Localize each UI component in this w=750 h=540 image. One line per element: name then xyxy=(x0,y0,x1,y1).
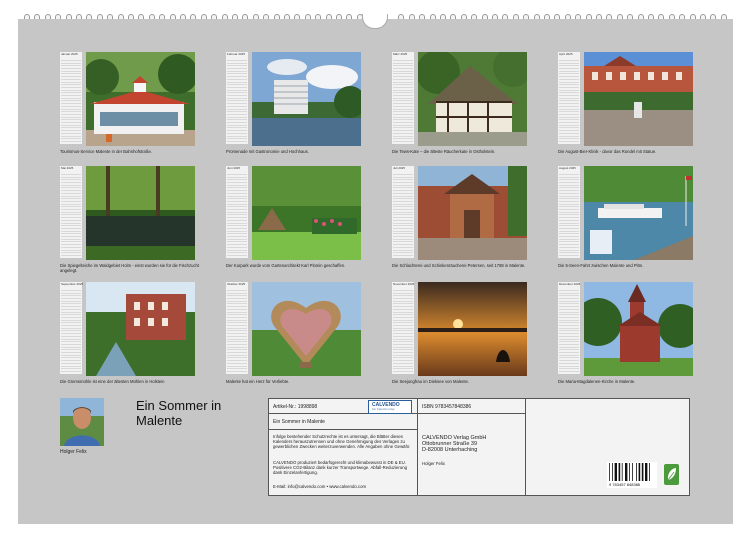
photo-caption: Die 5-Seen-Fahrt zwischen Malente und Pl… xyxy=(558,263,644,268)
photo-caption: Die Schlachterei und Schinkenräucherei P… xyxy=(392,263,526,268)
mini-calendar: August 2025 xyxy=(558,166,580,258)
photo-promenade xyxy=(252,52,361,146)
barcode-bar xyxy=(618,463,621,481)
mini-calendar: November 2025 xyxy=(392,282,414,374)
mini-calendar: Oktober 2025 xyxy=(226,282,248,374)
photo-schlachterei-petersen xyxy=(418,166,527,260)
barcode-bar xyxy=(645,463,648,481)
author-name: Holger Felix xyxy=(60,449,87,455)
barcode-bar xyxy=(621,463,623,481)
production-notice: CALVENDO produziert bedarfsgerecht und k… xyxy=(273,460,407,475)
mini-calendar: April 2025 xyxy=(558,52,580,144)
month-label: Februar 2025 xyxy=(227,52,246,56)
photographer-credit: Holger Felix xyxy=(422,461,445,466)
photo-tews-kate xyxy=(418,52,527,146)
calendar-title-line-1: Ein Sommer in xyxy=(136,398,222,413)
photo-gremsmuehle xyxy=(86,282,195,376)
article-number: Artikel-Nr.: 1998898 xyxy=(273,404,318,410)
barcode-bar xyxy=(636,463,637,481)
isbn: ISBN 9783457848386 xyxy=(422,404,472,410)
month-label: November 2025 xyxy=(393,282,415,286)
mini-calendar: Mai 2025 xyxy=(60,166,82,258)
publisher-city: D-82008 Unterhaching xyxy=(422,447,478,453)
barcode-bar xyxy=(641,463,644,481)
eco-leaf-icon xyxy=(664,464,679,485)
mini-calendar: Juni 2025 xyxy=(226,166,248,258)
photo-maria-magdalenen-kirche xyxy=(584,282,693,376)
photo-caption: Promenade mit Gastronomie und Hochhaus. xyxy=(226,149,309,154)
photo-caption: Die Maria-Magdalenen-Kirche in Malente. xyxy=(558,379,636,384)
mini-calendar: Januar 2025 xyxy=(60,52,82,144)
photo-caption: Die August-Bier-Klinik - davor das Ronde… xyxy=(558,149,657,154)
month-label: Juli 2025 xyxy=(393,166,406,170)
month-label: Januar 2025 xyxy=(61,52,78,56)
photo-kurpark xyxy=(252,166,361,260)
barcode-number: 9 783457 848386 xyxy=(609,482,641,487)
mini-calendar: März 2025 xyxy=(392,52,414,144)
month-label: Juni 2025 xyxy=(227,166,241,170)
photo-august-bier-klinik xyxy=(584,52,693,146)
month-label: August 2025 xyxy=(559,166,576,170)
barcode-bar xyxy=(612,463,613,481)
photo-caption: Die Seejungfrau im Dieksee von Malente. xyxy=(392,379,470,384)
month-label: April 2025 xyxy=(559,52,573,56)
month-label: September 2025 xyxy=(61,282,84,286)
barcode-bar xyxy=(629,463,630,481)
photo-heart-sculpture xyxy=(252,282,361,376)
barcode-bar xyxy=(609,463,610,481)
book-title: Ein Sommer in Malente xyxy=(273,419,325,425)
photo-caption: Malente hat ein Herz für Verliebte. xyxy=(226,379,290,384)
month-label: Dezember 2025 xyxy=(559,282,581,286)
logo-subtitle: Der Kalenderverlag xyxy=(372,408,395,411)
mini-calendar: Juli 2025 xyxy=(392,166,414,258)
mini-calendar: September 2025 xyxy=(60,282,84,374)
calendar-title: Ein Sommer in Malente xyxy=(136,398,221,428)
calendar-title-line-2: Malente xyxy=(136,413,183,428)
barcode-bar xyxy=(625,463,628,481)
photo-caption: Der Kurpark wurde vom Gartenarchitekt Ka… xyxy=(226,263,346,268)
photo-5-seen-fahrt xyxy=(584,166,693,260)
photo-caption: Die Spiegelteiche im Waldgebiet Holm - e… xyxy=(60,263,200,273)
rights-notice: Infolge bestehender Schutzrechte ist es … xyxy=(273,434,411,449)
photo-tourism-service xyxy=(86,52,195,146)
barcode: 9 783457 848386 xyxy=(607,462,657,488)
barcode-bar xyxy=(632,463,633,481)
photo-seejungfrau-sunset xyxy=(418,282,527,376)
month-label: Oktober 2025 xyxy=(227,282,246,286)
month-label: Mai 2025 xyxy=(61,166,74,170)
author-portrait xyxy=(60,398,104,446)
contact-email: E-Mail: info@calvendo.com • www.calvendo… xyxy=(273,484,367,489)
month-label: März 2025 xyxy=(393,52,408,56)
photo-caption: Tourismus-Service Malente in der Bahnhof… xyxy=(60,149,152,154)
photo-caption: Die Gremsmühle ist eine der ältesten Müh… xyxy=(60,379,165,384)
barcode-bar xyxy=(649,463,650,481)
mini-calendar: Februar 2025 xyxy=(226,52,248,144)
barcode-bar xyxy=(614,463,617,481)
calvendo-logo: CALVENDO Der Kalenderverlag xyxy=(368,400,412,414)
mini-calendar: Dezember 2025 xyxy=(558,282,580,374)
barcode-bar xyxy=(638,463,641,481)
photo-caption: Die Tews-Kate – die älteste Räucherkate … xyxy=(392,149,496,154)
photo-spiegelteiche xyxy=(86,166,195,260)
